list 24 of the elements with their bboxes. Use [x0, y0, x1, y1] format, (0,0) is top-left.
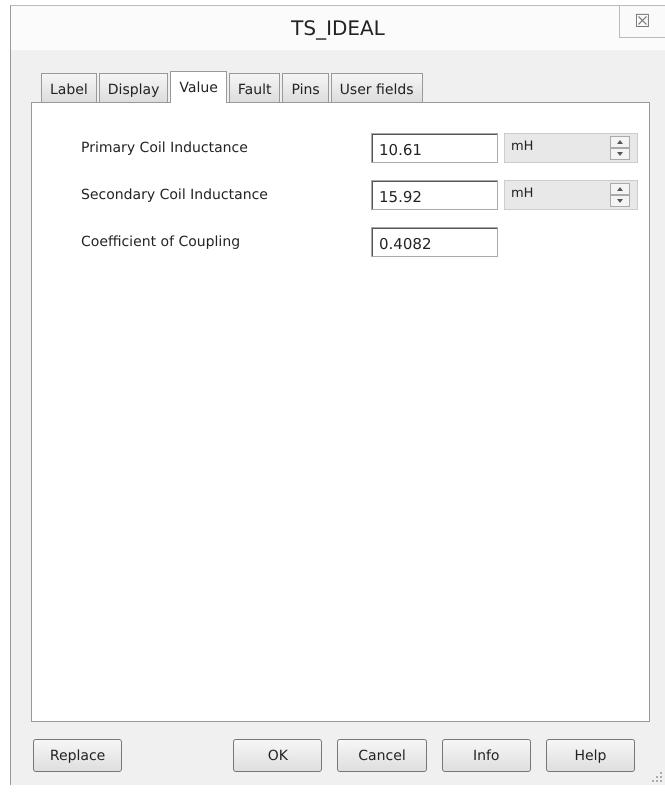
parameter-label: Coefficient of Coupling — [81, 234, 242, 250]
unit-dropdown[interactable]: mH — [504, 133, 638, 163]
spinner-icon[interactable] — [610, 136, 630, 160]
value-field[interactable]: 15.92 — [371, 180, 498, 210]
dialog-button[interactable]: Replace — [33, 739, 122, 772]
unit-dropdown[interactable]: mH — [504, 180, 638, 210]
window-title: TS_IDEAL — [291, 16, 385, 40]
dialog-button[interactable]: Info — [442, 739, 531, 772]
resize-grip-icon[interactable] — [652, 772, 662, 782]
tab[interactable]: User fields — [330, 73, 423, 102]
parameter-label: Secondary Coil Inductance — [81, 187, 269, 203]
tab[interactable]: Pins — [282, 73, 329, 102]
tab[interactable]: Value — [170, 71, 227, 103]
dialog-button[interactable]: Cancel — [337, 739, 427, 772]
tab[interactable]: Fault — [228, 73, 280, 102]
parameter-label: Primary Coil Inductance — [81, 140, 249, 156]
tab[interactable]: Label — [41, 73, 97, 102]
value-field[interactable]: 10.61 — [371, 133, 498, 163]
spinner-icon[interactable] — [610, 183, 630, 207]
dialog-button[interactable]: Help — [546, 739, 636, 772]
close-button[interactable]: ☒ — [619, 6, 665, 38]
value-field[interactable]: 0.4082 — [371, 227, 498, 257]
tab[interactable]: Display — [98, 73, 168, 102]
dialog-button[interactable]: OK — [233, 739, 322, 772]
